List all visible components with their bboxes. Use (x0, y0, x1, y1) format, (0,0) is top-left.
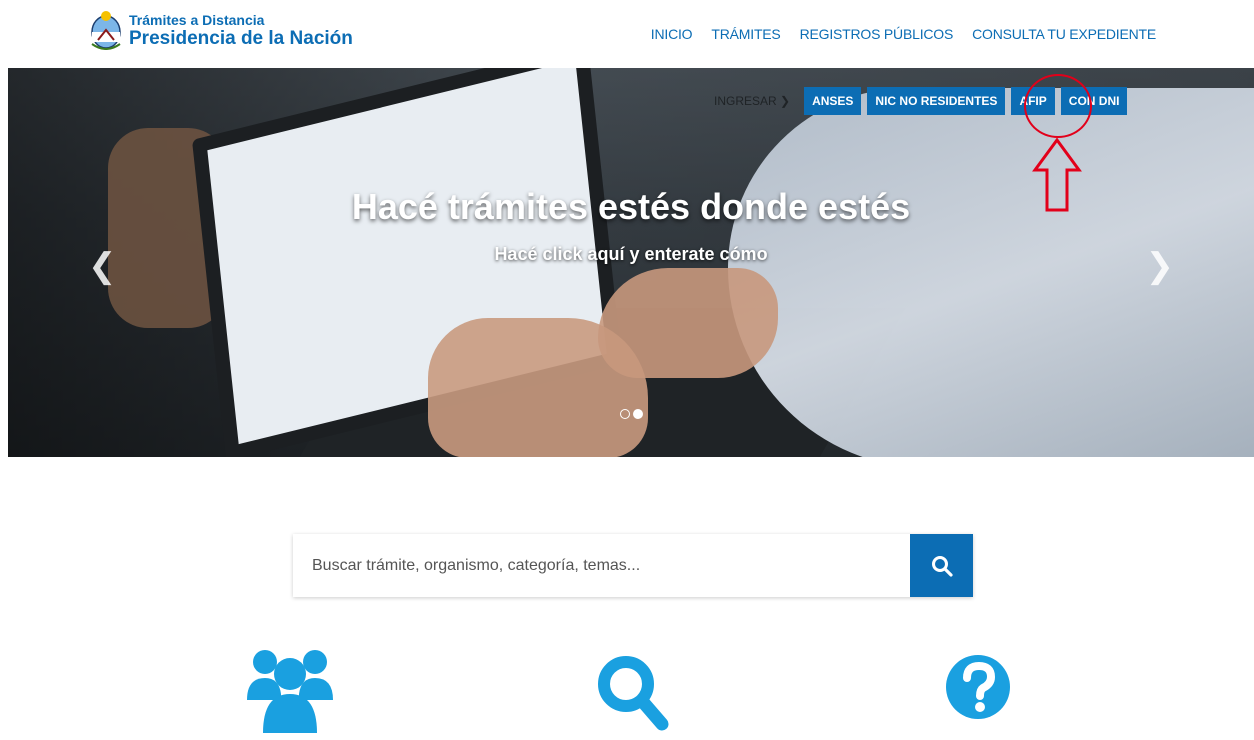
login-nic-button[interactable]: NIC NO RESIDENTES (867, 87, 1006, 115)
search-icon[interactable] (596, 654, 672, 740)
nav-registros-publicos[interactable]: REGISTROS PÚBLICOS (800, 26, 954, 42)
carousel-next-icon[interactable]: ❯ (1146, 246, 1175, 286)
nav-consulta-expediente[interactable]: CONSULTA TU EXPEDIENTE (972, 26, 1156, 42)
search-button[interactable] (910, 534, 973, 597)
argentina-emblem-icon (91, 11, 121, 50)
carousel-dot-active[interactable] (633, 409, 643, 419)
search-bar (293, 534, 973, 597)
nav-inicio[interactable]: INICIO (651, 26, 693, 42)
logo-subtitle: Trámites a Distancia (129, 11, 265, 28)
question-icon[interactable] (945, 654, 1011, 720)
login-anses-button[interactable]: ANSES (804, 87, 862, 115)
nav-tramites[interactable]: TRÁMITES (711, 26, 780, 42)
users-icon[interactable] (245, 648, 335, 733)
login-label: INGRESAR ❯ (714, 94, 791, 108)
header: Trámites a Distancia Presidencia de la N… (0, 0, 1254, 68)
hero-subtitle[interactable]: Hacé click aquí y enterate cómo (8, 244, 1254, 265)
main-nav: INICIO TRÁMITES REGISTROS PÚBLICOS CONSU… (632, 26, 1156, 42)
hero-photo-sleeve (728, 88, 1254, 457)
annotation-circle (1024, 74, 1092, 138)
hero-title[interactable]: Hacé trámites estés donde estés (8, 186, 1254, 228)
logo[interactable]: Trámites a Distancia Presidencia de la N… (90, 10, 353, 50)
hero-photo-hand (598, 268, 778, 378)
search-icon (931, 555, 953, 577)
carousel-prev-icon[interactable]: ❮ (88, 246, 117, 286)
search-input[interactable] (293, 534, 910, 597)
carousel-indicators (620, 409, 646, 419)
logo-title: Presidencia de la Nación (129, 27, 353, 49)
hero-carousel[interactable]: INGRESAR ❯ ANSES NIC NO RESIDENTES AFIP … (8, 68, 1254, 457)
carousel-dot[interactable] (620, 409, 630, 419)
